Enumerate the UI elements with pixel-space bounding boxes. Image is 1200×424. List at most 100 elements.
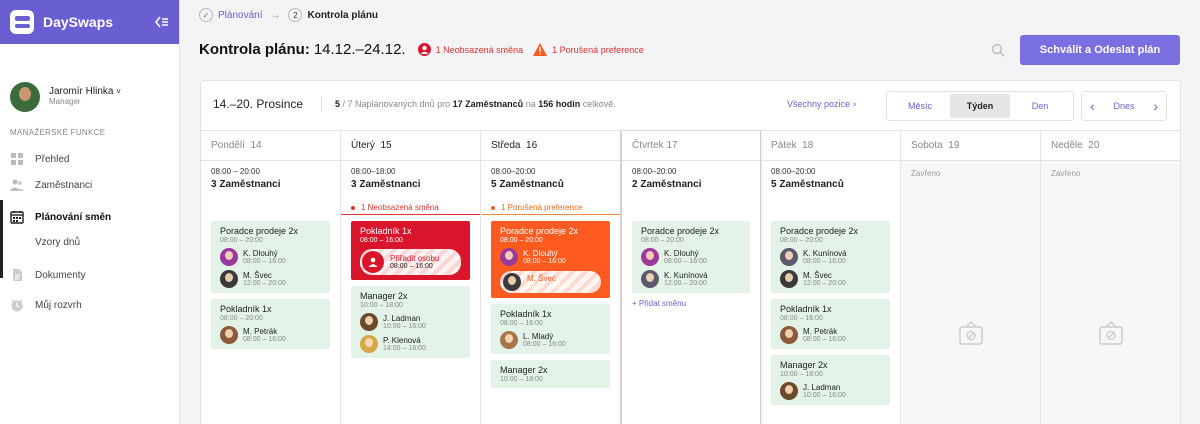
assigned-employee[interactable]: M. Petrák 08:00 – 16:00 [220, 326, 321, 344]
user-name: Jaromír Hlinka [49, 85, 114, 97]
sidebar: DaySwaps Jaromír Hlinka ˅ Manager MANAŽE… [0, 0, 180, 424]
assigned-employee[interactable]: K. Dlouhý 08:00 – 16:00 [220, 248, 321, 266]
day-column-thursday: Čtvrtek 17 08:00–20:00 2 Zaměstnanci Pora… [621, 131, 761, 424]
step-number: 2 [288, 8, 303, 22]
chevron-left-icon[interactable]: ‹ [1090, 98, 1095, 114]
view-day[interactable]: Den [1010, 94, 1070, 118]
unfilled-shift-card[interactable]: Pokladník 1x 08:00 – 16:00 Přiřadit osobu… [351, 221, 470, 280]
day-column-sunday: Neděle 20 Zavřeno [1041, 131, 1180, 424]
chevron-right-icon[interactable]: › [1153, 98, 1158, 114]
warning-icon [533, 43, 548, 56]
closed-label: Zavřeno [911, 169, 941, 178]
document-icon [13, 269, 22, 281]
calendar-icon [10, 211, 24, 224]
assigned-employee[interactable]: L. Mladý 08:00 – 16:00 [500, 331, 601, 349]
breadcrumb: ✓ Plánování → 2 Kontrola plánu [199, 8, 378, 22]
calendar-toolbar: 14.–20. Prosince 5 / 7 Naplánovaných dnů… [201, 81, 1180, 131]
day-header: Sobota 19 [901, 131, 1040, 161]
day-staff-count: 5 Zaměstnanců [491, 179, 564, 190]
sidebar-item-label: Dokumenty [35, 269, 86, 281]
check-icon: ✓ [199, 8, 213, 22]
closed-sign-icon [1099, 320, 1123, 345]
shift-card[interactable]: Poradce prodeje 2x 08:00 – 20:00 K. Kunín… [771, 221, 890, 293]
unfilled-shift-warning: 1 Neobsazená směna [341, 201, 480, 215]
week-range: 14.–20. Prosince [213, 97, 304, 111]
main-area: ✓ Plánování → 2 Kontrola plánu Kontrola … [181, 0, 1200, 424]
chevron-down-icon: ˅ [852, 102, 857, 109]
sidebar-item-prehled[interactable]: Přehled [0, 146, 179, 172]
sidebar-subitem-vzory-dnu[interactable]: Vzory dnů [0, 230, 179, 254]
search-icon[interactable] [991, 43, 1005, 57]
avatar [360, 313, 378, 331]
day-column-saturday: Sobota 19 Zavřeno [901, 131, 1041, 424]
collapse-icon[interactable] [155, 16, 169, 28]
assigned-employee[interactable]: J. Ladman 10:00 – 16:00 [780, 382, 881, 400]
shift-card[interactable]: Pokladník 1x 08:00 – 16:00 L. Mladý 08:00 … [491, 304, 610, 354]
breadcrumb-step-planovani[interactable]: Plánování [218, 10, 262, 21]
sidebar-item-label: Plánování směn [35, 211, 112, 223]
assigned-employee[interactable]: K. Dlouhý 08:00 – 16:00 [500, 248, 601, 266]
assigned-employee[interactable]: K. Kunínová 12:00 – 20:00 [641, 270, 741, 288]
approve-send-button[interactable]: Schválit a Odeslat plán [1020, 35, 1180, 65]
avatar [220, 270, 238, 288]
unfilled-shift-alert[interactable]: 1 Neobsazená směna [417, 43, 523, 56]
day-column-wednesday: Středa 16 08:00–20:00 5 Zaměstnanců 1 Por… [481, 131, 621, 424]
assigned-employee[interactable]: K. Kunínová 08:00 – 16:00 [780, 248, 881, 266]
preference-alert[interactable]: 1 Porušená preference [533, 43, 644, 56]
sidebar-item-muj-rozvrh[interactable]: Můj rozvrh [0, 292, 179, 318]
sidebar-item-label: Zaměstnanci [35, 179, 93, 191]
sidebar-item-label: Přehled [35, 153, 70, 165]
shift-card[interactable]: Pokladník 1x 08:00 – 16:00 M. Petrák 08:00… [771, 299, 890, 349]
section-label: MANAŽERSKÉ FUNKCE [10, 128, 106, 137]
shift-card[interactable]: Poradce prodeje 2x 08:00 – 20:00 K. Dlouh… [632, 221, 750, 293]
date-navigator: ‹ Dnes › [1081, 91, 1167, 121]
assigned-employee[interactable]: M. Petrák 08:00 – 16:00 [780, 326, 881, 344]
sidebar-item-planovani-smen[interactable]: Plánování směn [0, 200, 179, 278]
plan-summary: 5 / 7 Naplánovaných dnů pro 17 Zaměstnan… [335, 99, 616, 109]
view-month[interactable]: Měsíc [890, 94, 950, 118]
avatar [503, 273, 521, 291]
day-header: Středa 16 [481, 131, 620, 161]
arrow-right-icon: → [270, 9, 281, 21]
assigned-employee[interactable]: J. Ladman 10:00 – 16:00 [360, 313, 461, 331]
avatar [641, 270, 659, 288]
person-alert-icon [417, 43, 431, 56]
conflict-shift-card[interactable]: Poradce prodeje 2x 08:00 – 20:00 K. Dlouh… [491, 221, 610, 298]
avatar [500, 331, 518, 349]
dayswaps-logo[interactable] [10, 10, 34, 34]
week-grid: Pondělí 14 08:00 – 20:00 3 Zaměstnanci Po… [201, 131, 1180, 424]
sidebar-item-zamestnanci[interactable]: Zaměstnanci [0, 172, 179, 198]
assigned-employee[interactable]: P. Klenová 14:00 – 18:00 [360, 335, 461, 353]
clock-icon [11, 299, 23, 312]
day-hours: 08:00–18:00 [351, 167, 396, 176]
sidebar-item-dokumenty[interactable]: Dokumenty [0, 262, 179, 288]
assigned-employee[interactable]: K. Dlouhý 08:00 – 16:00 [641, 248, 741, 266]
avatar [780, 326, 798, 344]
day-header: Čtvrtek 17 [622, 131, 760, 161]
day-hours: 08:00–20:00 [491, 167, 536, 176]
assigned-employee[interactable]: M. Švec 12:00 – 20:00 [220, 270, 321, 288]
assigned-employee[interactable]: M. Švec 12:00 – 20:00 [780, 270, 881, 288]
user-menu[interactable]: Jaromír Hlinka ˅ Manager [0, 44, 179, 132]
chevron-down-icon[interactable]: ˅ [116, 87, 121, 96]
positions-filter[interactable]: Všechny pozice ˅ [787, 99, 857, 109]
day-staff-count: 3 Zaměstnanci [211, 179, 281, 190]
shift-card[interactable]: Manager 2x 10:00 – 18:00 J. Ladman 10:00 –… [771, 355, 890, 405]
today-button[interactable]: Dnes [1113, 101, 1134, 111]
closed-sign-icon [959, 320, 983, 345]
schedule-card: 14.–20. Prosince 5 / 7 Naplánovaných dnů… [200, 80, 1181, 424]
shift-card[interactable]: Poradce prodeje 2x 08:00 – 20:00 K. Dlouh… [211, 221, 330, 293]
assign-person-button[interactable]: Přiřadit osobu 08:00 – 16:00 [360, 249, 461, 275]
avatar [220, 326, 238, 344]
add-shift-button[interactable]: + Přidat směnu [622, 299, 760, 308]
grid-icon [11, 153, 23, 165]
conflicting-employee[interactable]: M. Švec 12:00 – 20:00 [500, 271, 601, 293]
shift-card[interactable]: Manager 2x 10:00 – 18:00 [491, 360, 610, 388]
view-week[interactable]: Týden [950, 94, 1010, 118]
day-column-friday: Pátek 18 08:00–20:00 5 Zaměstnanců Poradc… [761, 131, 901, 424]
alert-text: 1 Porušená preference [552, 44, 644, 55]
day-header: Pátek 18 [761, 131, 900, 161]
view-switcher: Měsíc Týden Den [886, 91, 1074, 121]
shift-card[interactable]: Manager 2x 10:00 – 18:00 J. Ladman 10:00 –… [351, 286, 470, 358]
shift-card[interactable]: Pokladník 1x 08:00 – 20:00 M. Petrák 08:00… [211, 299, 330, 349]
